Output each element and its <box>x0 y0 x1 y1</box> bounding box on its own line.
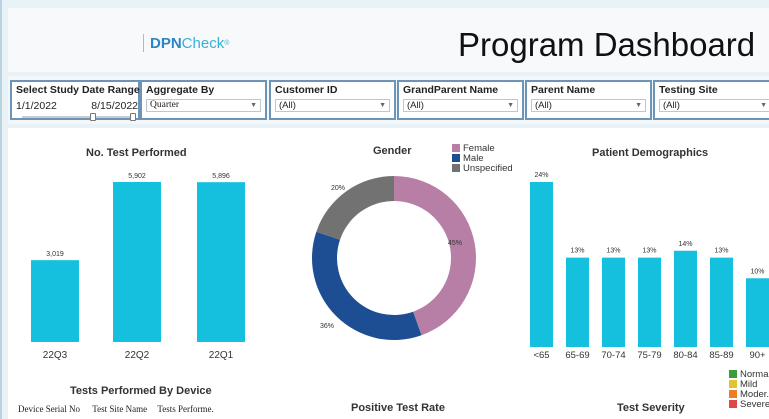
demographics-bar <box>638 257 661 347</box>
demographics-bar-label: 14% <box>678 241 692 248</box>
demographics-bar <box>602 257 625 347</box>
gender-slice-label: 20% <box>331 185 345 192</box>
demographics-bar <box>746 278 769 347</box>
demographics-bar-label: 13% <box>606 248 620 255</box>
gender-slice-unspecified <box>316 176 394 240</box>
demographics-tick-label: 80-84 <box>673 350 697 361</box>
demographics-tick-label: 90+ <box>749 350 766 361</box>
demographics-tick-label: 85-89 <box>709 350 733 361</box>
tests-bar-22q2 <box>113 182 161 342</box>
gender-slice-female <box>394 176 476 336</box>
demographics-tick-label: 70-74 <box>601 350 625 361</box>
gender-slice-label: 45% <box>448 240 462 247</box>
tests-bar-label: 3,019 <box>46 251 64 258</box>
tests-tick-label: 22Q1 <box>209 350 234 361</box>
demographics-bar-label: 13% <box>714 248 728 255</box>
demographics-bar-label: 24% <box>534 172 548 179</box>
demographics-bar-label: 13% <box>642 248 656 255</box>
tests-bar-label: 5,896 <box>212 173 230 180</box>
gender-slice-label: 36% <box>320 323 334 330</box>
demographics-tick-label: 65-69 <box>565 350 589 361</box>
demographics-tick-label: <65 <box>533 350 549 361</box>
demographics-bar-label: 10% <box>750 268 764 275</box>
demographics-bar <box>710 257 733 347</box>
demographics-bar-label: 13% <box>570 248 584 255</box>
tests-bar-22q1 <box>197 182 245 342</box>
tests-tick-label: 22Q2 <box>125 350 150 361</box>
demographics-bar <box>530 182 553 347</box>
tests-bar-label: 5,902 <box>128 173 146 180</box>
tests-tick-label: 22Q3 <box>43 350 68 361</box>
demographics-bar <box>566 257 589 347</box>
tests-bar-22q3 <box>31 260 79 342</box>
charts-layer: 3,019 22Q3 5,902 22Q2 5,896 22Q1 45% 36% 20% 24% <… <box>31 172 769 361</box>
demographics-tick-label: 75-79 <box>637 350 661 361</box>
demographics-bar <box>674 250 697 347</box>
